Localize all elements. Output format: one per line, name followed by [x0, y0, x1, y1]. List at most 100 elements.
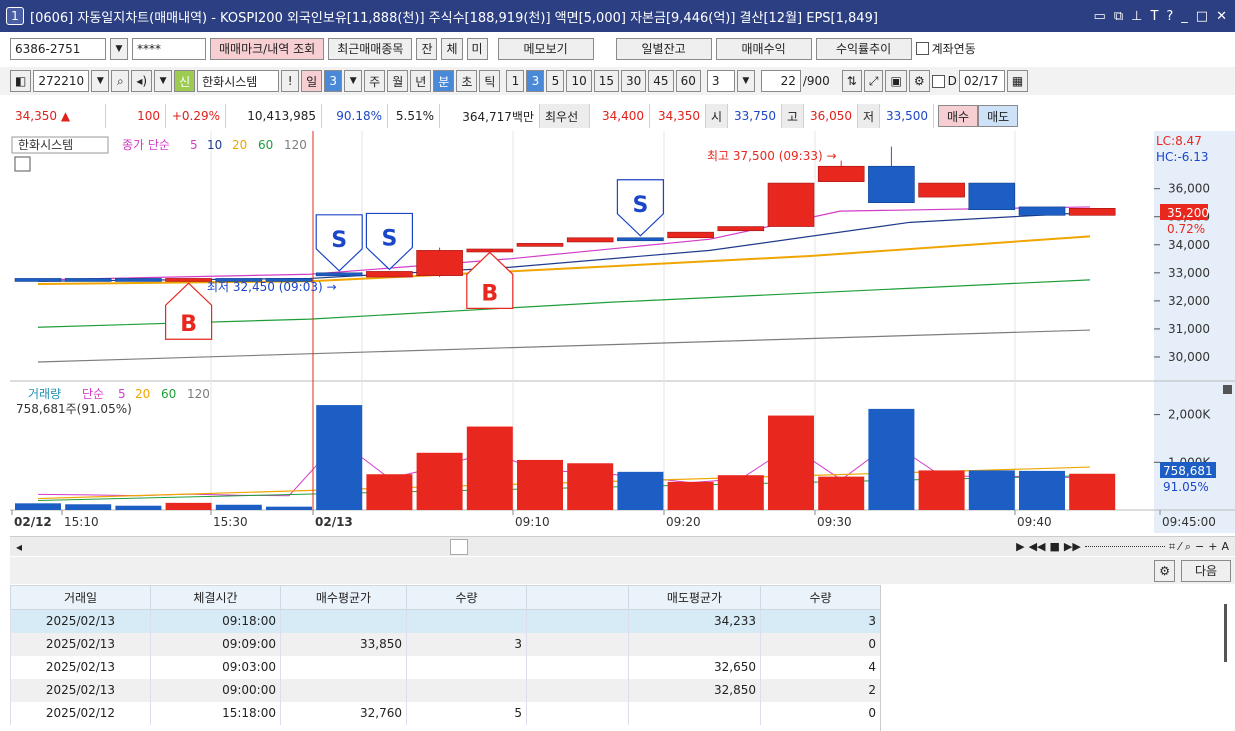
week-button[interactable]: 주: [364, 70, 386, 92]
candle[interactable]: [64, 278, 112, 282]
candle[interactable]: [165, 278, 212, 282]
copy-icon[interactable]: ⧉: [1114, 9, 1123, 24]
account-input[interactable]: 6386-2751: [10, 37, 106, 60]
volume-bar[interactable]: [617, 471, 664, 510]
account-dropdown[interactable]: ▼: [110, 37, 128, 60]
table-settings-icon[interactable]: ⚙: [1154, 559, 1175, 582]
interval-3[interactable]: 3: [526, 70, 545, 92]
volume-bar[interactable]: [1069, 473, 1116, 510]
volume-bar[interactable]: [115, 505, 162, 510]
trade-profit-button[interactable]: 매매수익: [715, 37, 812, 60]
profit-rate-button[interactable]: 수익률추이: [815, 37, 912, 60]
volume-bar[interactable]: [918, 470, 965, 510]
year-button[interactable]: 년: [410, 70, 432, 92]
candle[interactable]: [366, 271, 413, 278]
text-tool-icon[interactable]: A: [1221, 540, 1229, 553]
interval-45[interactable]: 45: [648, 70, 674, 92]
volume-bar[interactable]: [768, 415, 814, 510]
interval-10[interactable]: 10: [566, 70, 592, 92]
volume-bar[interactable]: [65, 504, 112, 510]
draw-tool-icon[interactable]: ⌗: [1169, 540, 1175, 554]
zoom-slider[interactable]: [1084, 546, 1165, 547]
candle[interactable]: [115, 278, 162, 282]
day-dropdown[interactable]: ▼: [344, 70, 363, 92]
volume-bar[interactable]: [466, 426, 513, 510]
balance-button[interactable]: 잔: [416, 37, 438, 60]
font-icon[interactable]: T: [1150, 9, 1158, 24]
interval-select[interactable]: 3: [706, 70, 735, 92]
volume-bar[interactable]: [165, 502, 212, 510]
volume-bar[interactable]: [717, 475, 764, 510]
account-link-checkbox[interactable]: 계좌연동: [915, 40, 976, 57]
vol-close-icon[interactable]: [1223, 385, 1232, 394]
zoom-out-icon[interactable]: −: [1195, 540, 1204, 553]
candle[interactable]: [667, 231, 714, 239]
alert-button[interactable]: !: [281, 70, 300, 92]
next-button[interactable]: 다음: [1181, 559, 1231, 582]
minimize-icon[interactable]: _: [1181, 9, 1188, 24]
line-tool-icon[interactable]: ⁄: [1179, 540, 1181, 553]
zoom-in-icon[interactable]: +: [1208, 540, 1217, 553]
executed-button[interactable]: 체: [441, 37, 463, 60]
recent-trades-button[interactable]: 최근매매종목: [328, 37, 413, 60]
candle[interactable]: [817, 165, 865, 182]
table-row[interactable]: 2025/02/13 09:18:00 34,233 3: [10, 609, 881, 633]
interval-1[interactable]: 1: [506, 70, 525, 92]
unexecuted-button[interactable]: 미: [466, 37, 488, 60]
volume-bar[interactable]: [567, 463, 614, 510]
volume-bar[interactable]: [266, 506, 312, 510]
interval-5[interactable]: 5: [546, 70, 565, 92]
calendar-icon[interactable]: ▦: [1006, 70, 1029, 92]
candle[interactable]: [968, 182, 1016, 211]
date-checkbox[interactable]: D: [931, 74, 957, 88]
candle[interactable]: [466, 248, 514, 253]
volume-bar[interactable]: [1019, 470, 1065, 510]
rewind-icon[interactable]: ◀◀: [1029, 540, 1046, 553]
volume-bar[interactable]: [968, 470, 1015, 510]
volume-bar[interactable]: [517, 459, 563, 510]
magnifier-icon[interactable]: ⌕: [1185, 540, 1191, 554]
candle[interactable]: [566, 237, 614, 243]
tick-button[interactable]: 틱: [479, 70, 501, 92]
volume-bar[interactable]: [316, 405, 363, 510]
sound-icon[interactable]: ◂): [131, 70, 153, 92]
candle[interactable]: [717, 226, 765, 232]
table-scroll-thumb[interactable]: [1224, 604, 1227, 662]
save-icon[interactable]: ▣: [885, 70, 907, 92]
maximize-icon[interactable]: □: [1196, 9, 1208, 24]
layout-icon[interactable]: ◧: [10, 70, 32, 92]
candle[interactable]: [315, 272, 363, 277]
volume-bar[interactable]: [416, 452, 463, 510]
table-toggle-icon[interactable]: [14, 156, 31, 172]
candle[interactable]: [617, 237, 664, 242]
minute-button[interactable]: 분: [433, 70, 455, 92]
table-row[interactable]: 2025/02/12 15:18:00 32,760 5 0: [10, 701, 881, 725]
candle[interactable]: [516, 243, 564, 247]
month-button[interactable]: 월: [387, 70, 409, 92]
stock-chart[interactable]: BSSBS 한화시스템 종가 단순 5 10 20 60 120 거래량 단순 …: [10, 131, 1235, 533]
candle[interactable]: [416, 250, 463, 276]
interval-15[interactable]: 15: [593, 70, 619, 92]
help-icon[interactable]: ?: [1166, 9, 1173, 24]
password-input[interactable]: ****: [132, 37, 206, 60]
volume-bar[interactable]: [15, 503, 61, 510]
sound-dropdown[interactable]: ▼: [154, 70, 173, 92]
search-icon[interactable]: ⌕: [111, 70, 130, 92]
daily-balance-button[interactable]: 일별잔고: [615, 37, 712, 60]
interval-30[interactable]: 30: [621, 70, 647, 92]
close-icon[interactable]: ✕: [1216, 9, 1227, 24]
chart-scrollbar[interactable]: ◂ ▶ ◀◀ ■ ▶▶ ⌗ ⁄ ⌕ − + A: [10, 536, 1235, 556]
candle[interactable]: [767, 182, 815, 227]
second-button[interactable]: 초: [456, 70, 478, 92]
buy-button[interactable]: 매수: [938, 105, 979, 127]
volume-bar[interactable]: [366, 474, 413, 510]
memo-button[interactable]: 메모보기: [497, 37, 594, 60]
tool-icon[interactable]: ⤢: [863, 70, 884, 92]
settings-icon[interactable]: ⚙: [908, 70, 930, 92]
sell-button[interactable]: 매도: [978, 105, 1019, 127]
pin-icon[interactable]: ⊥: [1131, 9, 1142, 24]
table-row[interactable]: 2025/02/13 09:09:00 33,850 3 0: [10, 632, 881, 656]
forward-icon[interactable]: ▶▶: [1064, 540, 1081, 553]
volume-bar[interactable]: [818, 476, 865, 510]
play-icon[interactable]: ▶: [1016, 540, 1024, 553]
